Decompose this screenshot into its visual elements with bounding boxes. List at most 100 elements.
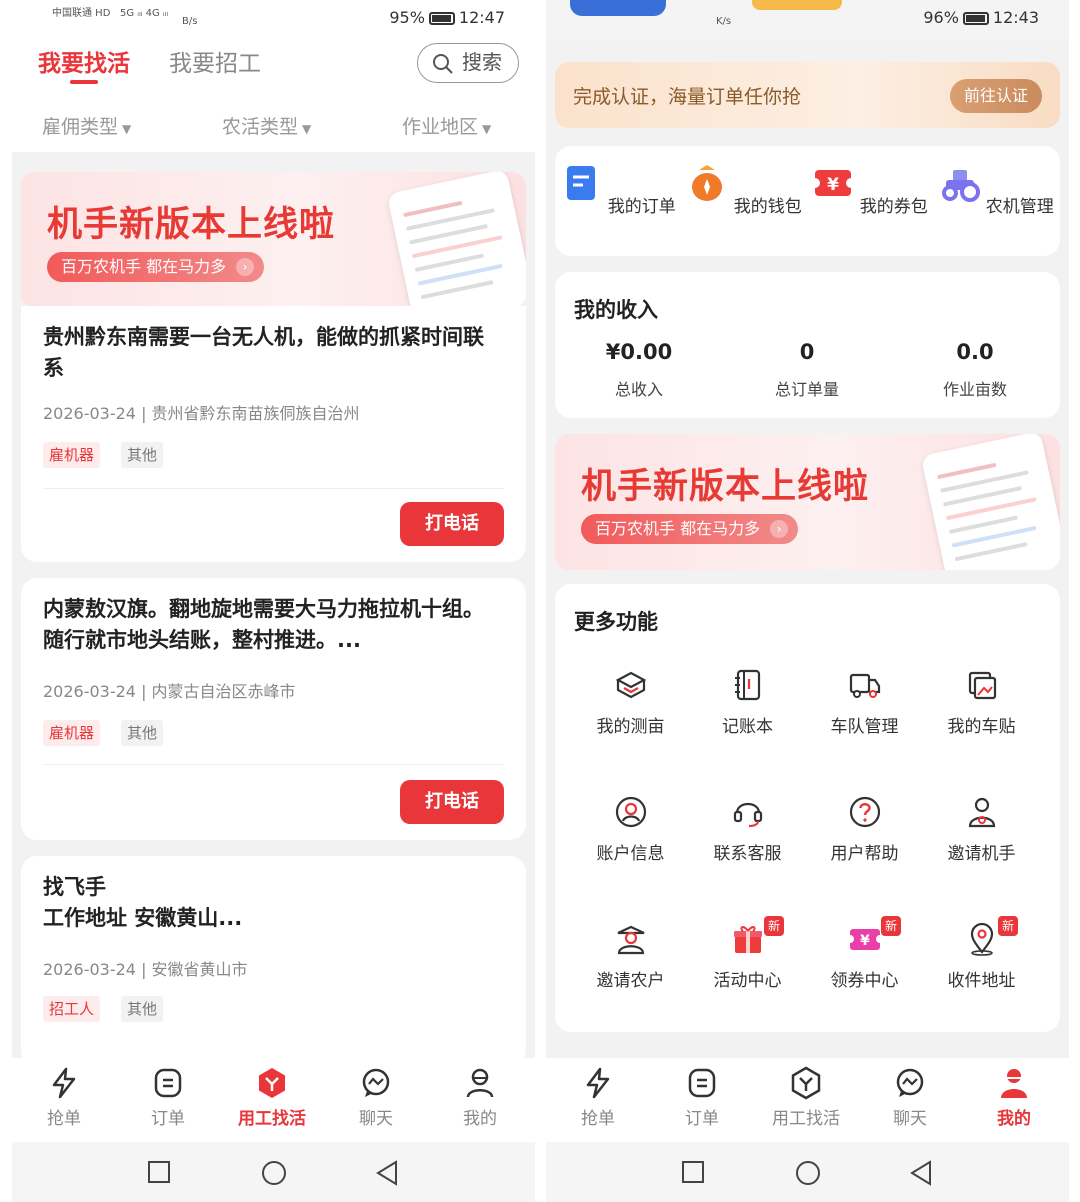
feature-label: 车队管理 bbox=[830, 717, 899, 737]
battery-percent: 96% bbox=[923, 8, 959, 27]
feature-shipping-address[interactable]: 新 收件地址 bbox=[923, 916, 1040, 991]
nav-grab-orders[interactable]: 抢单 bbox=[12, 1066, 116, 1129]
feature-label: 收件地址 bbox=[947, 971, 1016, 991]
feature-label: 邀请农户 bbox=[596, 971, 665, 991]
order-icon bbox=[688, 1068, 716, 1098]
nav-label: 我的 bbox=[997, 1109, 1031, 1129]
divider bbox=[43, 764, 504, 765]
invite-farmer-icon bbox=[617, 925, 644, 955]
nav-orders[interactable]: 订单 bbox=[650, 1066, 754, 1129]
verify-banner[interactable]: 完成认证，海量订单任你抢 前往认证 bbox=[555, 62, 1060, 128]
sticker-icon bbox=[968, 671, 996, 700]
my-coupons-button[interactable]: ¥ 我的券包 bbox=[807, 162, 933, 217]
promo-banner[interactable]: 机手新版本上线啦 百万农机手 都在马力多 › bbox=[555, 434, 1060, 570]
new-badge: 新 bbox=[998, 916, 1018, 936]
machine-management-button[interactable]: 农机管理 bbox=[933, 162, 1059, 217]
nav-label: 订单 bbox=[151, 1109, 185, 1129]
home-button[interactable] bbox=[795, 1160, 821, 1190]
job-card[interactable]: 找飞手 工作地址 安徽黄山... 2026-03-24 | 安徽省黄山市 招工人… bbox=[21, 856, 526, 1066]
phone-preview-image bbox=[920, 434, 1060, 570]
arrow-right-icon: › bbox=[770, 520, 789, 538]
search-button[interactable]: 搜索 bbox=[417, 43, 519, 83]
filter-label: 雇佣类型 bbox=[42, 116, 119, 138]
nav-chat[interactable]: 聊天 bbox=[858, 1066, 962, 1129]
job-title: 贵州黔东南需要一台无人机，能做的抓紧时间联系 bbox=[43, 325, 484, 380]
feature-invite-farmer[interactable]: 邀请农户 bbox=[572, 922, 689, 991]
profile-icon bbox=[466, 1068, 494, 1098]
back-button[interactable] bbox=[375, 1160, 399, 1190]
job-title: 找飞手 工作地址 安徽黄山... bbox=[43, 875, 243, 930]
job-tag: 招工人 bbox=[43, 996, 101, 1022]
status-bar: 中国联通 HD 5G ᵢₗₗ 4G ᵢₗₗ B/s 95% 12:47 bbox=[12, 0, 535, 40]
job-tag: 其他 bbox=[121, 442, 164, 468]
phone-preview-image bbox=[386, 172, 526, 308]
feature-sticker[interactable]: 我的车贴 bbox=[923, 668, 1040, 737]
feature-support[interactable]: 联系客服 bbox=[689, 795, 806, 864]
nav-profile[interactable]: 我的 bbox=[428, 1066, 532, 1129]
home-button[interactable] bbox=[261, 1160, 287, 1190]
filter-work-region[interactable]: 作业地区 ▼ bbox=[402, 112, 491, 139]
feature-measure[interactable]: 我的测亩 bbox=[572, 668, 689, 737]
call-button[interactable]: 打电话 bbox=[400, 502, 504, 546]
verify-button[interactable]: 前往认证 bbox=[950, 79, 1042, 113]
battery-percent: 95% bbox=[389, 8, 425, 27]
job-card[interactable]: 贵州黔东南需要一台无人机，能做的抓紧时间联系 2026-03-24 | 贵州省黔… bbox=[21, 306, 526, 562]
filter-farm-work-type[interactable]: 农活类型 ▼ bbox=[222, 112, 311, 139]
feature-activity-center[interactable]: 新 活动中心 bbox=[689, 916, 806, 991]
recent-apps-button[interactable] bbox=[681, 1160, 705, 1188]
nav-orders[interactable]: 订单 bbox=[116, 1066, 220, 1129]
banner-title: 机手新版本上线啦 bbox=[47, 205, 336, 245]
invite-driver-icon bbox=[968, 797, 995, 828]
back-button[interactable] bbox=[909, 1160, 933, 1190]
my-wallet-button[interactable]: 我的钱包 bbox=[681, 162, 807, 217]
measure-icon bbox=[615, 671, 646, 699]
feature-invite-driver[interactable]: 邀请机手 bbox=[923, 795, 1040, 864]
network-speed: B/s bbox=[182, 16, 198, 27]
recent-apps-button[interactable] bbox=[147, 1160, 171, 1188]
coupon-center-icon: ¥ bbox=[847, 929, 882, 950]
job-card[interactable]: 内蒙敖汉旗。翻地旋地需要大马力拖拉机十组。随行就市地头结账，整村推进。... 2… bbox=[21, 578, 526, 840]
bottom-nav: 抢单 订单 用工找活 聊天 我的 bbox=[546, 1058, 1069, 1142]
find-work-screen: 中国联通 HD 5G ᵢₗₗ 4G ᵢₗₗ B/s 95% 12:47 我要找活 … bbox=[12, 0, 535, 1202]
work-area-label: 作业亩数 bbox=[942, 380, 1007, 399]
circle-icon bbox=[262, 1161, 286, 1185]
feature-ledger[interactable]: 记账本 bbox=[689, 668, 806, 737]
banner-subtitle-pill: 百万农机手 都在马力多 › bbox=[47, 252, 265, 282]
banner-title: 机手新版本上线啦 bbox=[581, 467, 870, 507]
more-features-title: 更多功能 bbox=[574, 610, 658, 634]
banner-subtitle: 百万农机手 都在马力多 bbox=[595, 519, 761, 538]
chat-icon bbox=[362, 1068, 390, 1097]
filter-label: 作业地区 bbox=[402, 116, 479, 138]
nav-label: 聊天 bbox=[359, 1109, 393, 1129]
job-tag: 其他 bbox=[121, 720, 164, 746]
feature-coupon-center[interactable]: 新 ¥ 领券中心 bbox=[806, 916, 923, 991]
tab-hire[interactable]: 我要招工 bbox=[169, 44, 261, 78]
banner-subtitle: 百万农机手 都在马力多 bbox=[61, 257, 227, 276]
headset-icon bbox=[733, 802, 762, 828]
quick-label: 我的订单 bbox=[607, 197, 676, 217]
nav-work[interactable]: 用工找活 bbox=[220, 1066, 324, 1129]
feature-account[interactable]: 账户信息 bbox=[572, 795, 689, 864]
tab-find-work[interactable]: 我要找活 bbox=[38, 44, 130, 78]
feature-help[interactable]: 用户帮助 bbox=[806, 795, 923, 864]
profile-screen: K/s 96% 12:43 完成认证，海量订单任你抢 前往认证 我的订单 我的钱包… bbox=[546, 0, 1069, 1202]
job-meta: 2026-03-24 | 贵州省黔东南苗族侗族自治州 bbox=[43, 404, 360, 423]
clock: 12:47 bbox=[458, 8, 505, 27]
nav-label: 用工找活 bbox=[772, 1109, 840, 1129]
circle-icon bbox=[796, 1161, 820, 1185]
filter-employment-type[interactable]: 雇佣类型 ▼ bbox=[42, 112, 131, 139]
quick-label: 我的钱包 bbox=[733, 197, 802, 217]
my-orders-button[interactable]: 我的订单 bbox=[555, 162, 681, 217]
nav-chat[interactable]: 聊天 bbox=[324, 1066, 428, 1129]
nav-work[interactable]: 用工找活 bbox=[754, 1066, 858, 1129]
total-orders-value: 0 bbox=[799, 340, 815, 364]
call-button[interactable]: 打电话 bbox=[400, 780, 504, 824]
promo-banner[interactable]: 机手新版本上线啦 百万农机手 都在马力多 › bbox=[21, 172, 526, 308]
account-icon bbox=[615, 796, 646, 828]
job-tag: 雇机器 bbox=[43, 720, 101, 746]
feature-fleet[interactable]: 车队管理 bbox=[806, 668, 923, 737]
nav-grab-orders[interactable]: 抢单 bbox=[546, 1066, 650, 1129]
nav-profile[interactable]: 我的 bbox=[962, 1066, 1066, 1129]
work-icon bbox=[791, 1066, 821, 1100]
total-orders-label: 总订单量 bbox=[774, 380, 839, 399]
